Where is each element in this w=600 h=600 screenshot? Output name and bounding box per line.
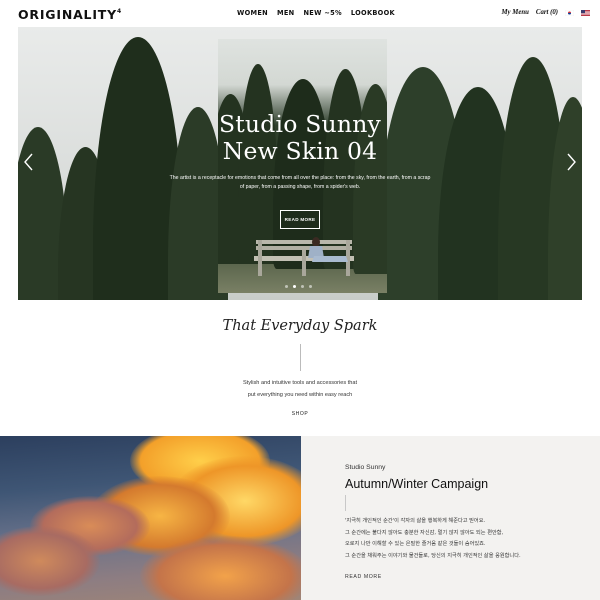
hero-read-more-button[interactable]: READ MORE <box>280 210 320 229</box>
divider <box>345 495 346 511</box>
campaign-title: Autumn/Winter Campaign <box>345 477 489 491</box>
divider <box>300 344 301 371</box>
my-menu-link[interactable]: My Menu <box>502 9 529 16</box>
site-logo[interactable]: ORIGINALITY4 <box>18 7 121 22</box>
main-nav: WOMEN MEN NEW ~5% LOOKBOOK <box>237 9 395 17</box>
bench-illustration <box>254 237 354 276</box>
slider-dot[interactable] <box>285 285 288 288</box>
chevron-right-icon[interactable] <box>564 152 578 172</box>
campaign-label: Studio Sunny <box>345 464 386 471</box>
shop-link[interactable]: SHOP <box>280 411 320 417</box>
hero-subtitle: The artist is a receptacle for emotions … <box>169 175 431 190</box>
spark-title: That Everyday Spark <box>222 318 378 334</box>
campaign-read-more-link[interactable]: READ MORE <box>345 574 382 580</box>
hero-photo <box>218 39 387 293</box>
campaign-image <box>0 436 301 600</box>
nav-lookbook[interactable]: LOOKBOOK <box>351 9 395 17</box>
hero-slider: Studio Sunny New Skin 04 The artist is a… <box>18 27 582 300</box>
usa-flag-icon[interactable] <box>581 9 590 16</box>
nav-men[interactable]: MEN <box>277 9 294 17</box>
nav-women[interactable]: WOMEN <box>237 9 268 17</box>
site-header: ORIGINALITY4 WOMEN MEN NEW ~5% LOOKBOOK … <box>0 0 600 27</box>
spark-description: Stylish and intuitive tools and accessor… <box>242 380 358 398</box>
slider-dots <box>285 285 312 288</box>
utility-nav: My Menu Cart (0) <box>502 9 590 16</box>
nav-new[interactable]: NEW ~5% <box>303 9 341 17</box>
slider-dot[interactable] <box>293 285 296 288</box>
campaign-body: '지극히 개인적인 순간'이 각자의 삶을 행복하게 해준다고 믿어요. 그 순… <box>345 518 521 559</box>
hero-title: Studio Sunny New Skin 04 <box>218 110 382 165</box>
slider-dot[interactable] <box>309 285 312 288</box>
slider-dot[interactable] <box>301 285 304 288</box>
korea-flag-icon[interactable] <box>565 9 574 16</box>
cart-link[interactable]: Cart (0) <box>536 9 558 16</box>
chevron-left-icon[interactable] <box>22 152 36 172</box>
